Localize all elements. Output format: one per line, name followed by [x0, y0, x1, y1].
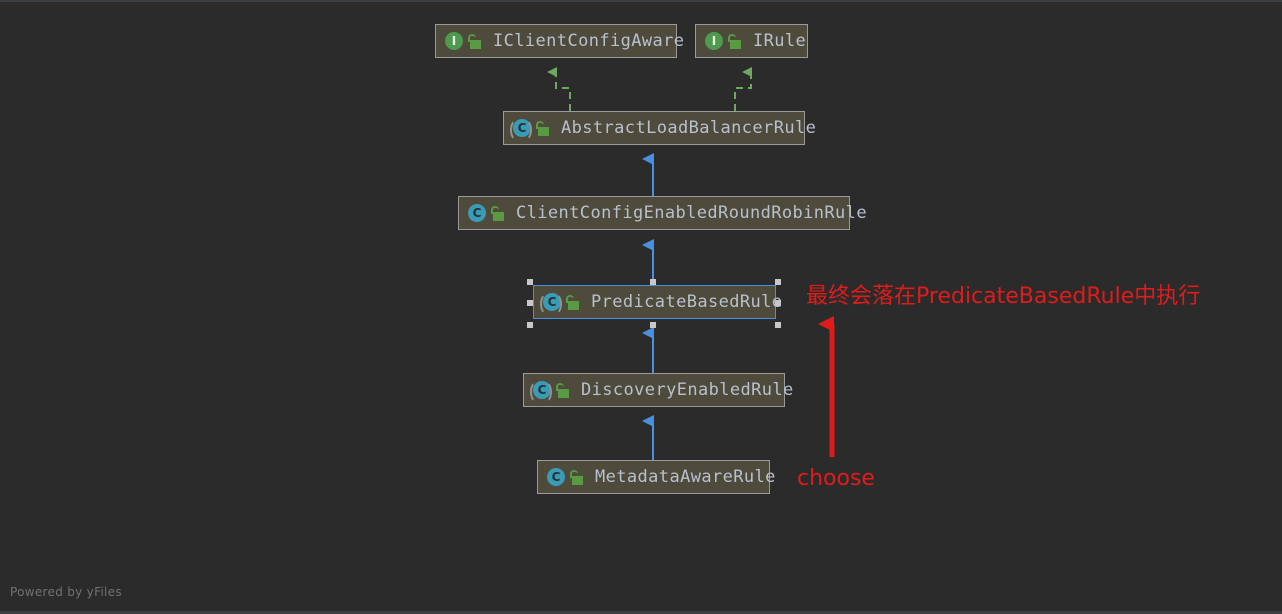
- node-predicatebasedrule[interactable]: C PredicateBasedRule: [533, 285, 782, 319]
- open-padlock-icon: [491, 205, 505, 221]
- node-label: MetadataAwareRule: [595, 466, 776, 487]
- node-icons: C: [545, 467, 584, 487]
- selection-handle-bottom-center[interactable]: [650, 322, 656, 328]
- class-icon: C: [545, 467, 565, 487]
- node-icons: I: [443, 31, 482, 51]
- selection-handle-middle-right[interactable]: [775, 300, 781, 306]
- selection-handle-middle-left[interactable]: [527, 300, 533, 306]
- selection-handle-top-left[interactable]: [527, 279, 533, 285]
- edge-implements-irule: [734, 67, 752, 111]
- open-padlock-icon: [556, 382, 570, 398]
- interface-icon: I: [443, 31, 463, 51]
- node-label: PredicateBasedRule: [591, 291, 783, 312]
- class-icon: C: [466, 203, 486, 223]
- diagram-canvas[interactable]: I IClientConfigAware I IRule C AbstractL…: [0, 0, 1282, 614]
- node-iclientconfigaware[interactable]: I IClientConfigAware: [435, 24, 684, 58]
- edge-implements-iclientconfigaware: [547, 67, 571, 111]
- node-irule[interactable]: I IRule: [695, 24, 808, 58]
- open-padlock-icon: [570, 469, 584, 485]
- node-label: AbstractLoadBalancerRule: [561, 117, 817, 138]
- selection-handle-bottom-right[interactable]: [775, 322, 781, 328]
- node-abstractloadbalancerrule[interactable]: C AbstractLoadBalancerRule: [503, 111, 816, 145]
- node-label: ClientConfigEnabledRoundRobinRule: [516, 202, 867, 223]
- node-icons: C: [530, 380, 570, 403]
- interface-icon: I: [703, 31, 723, 51]
- node-clientconfigenabledroundrobinrule[interactable]: C ClientConfigEnabledRoundRobinRule: [458, 196, 867, 230]
- annotation-note-choose: choose: [797, 466, 875, 491]
- selection-handle-top-right[interactable]: [775, 279, 781, 285]
- selection-handle-top-center[interactable]: [650, 279, 656, 285]
- node-metadataawarerule[interactable]: C MetadataAwareRule: [537, 460, 775, 494]
- abstract-class-icon: C: [530, 380, 552, 403]
- annotation-note-chinese: 最终会落在PredicateBasedRule中执行: [806, 284, 1201, 309]
- node-discoveryenabledrule[interactable]: C DiscoveryEnabledRule: [523, 373, 793, 407]
- open-padlock-icon: [566, 294, 580, 310]
- selection-handle-bottom-left[interactable]: [527, 322, 533, 328]
- node-icons: I: [703, 31, 742, 51]
- node-label: IClientConfigAware: [493, 30, 685, 51]
- node-icons: C: [466, 203, 505, 223]
- node-label: IRule: [753, 30, 807, 51]
- abstract-class-icon: C: [510, 118, 532, 141]
- node-icons: C: [510, 118, 550, 141]
- open-padlock-icon: [536, 120, 550, 136]
- node-icons: C: [540, 292, 580, 315]
- open-padlock-icon: [728, 33, 742, 49]
- node-label: DiscoveryEnabledRule: [581, 379, 794, 400]
- abstract-class-icon: C: [540, 292, 562, 315]
- open-padlock-icon: [468, 33, 482, 49]
- yfiles-watermark: Powered by yFiles: [10, 585, 122, 599]
